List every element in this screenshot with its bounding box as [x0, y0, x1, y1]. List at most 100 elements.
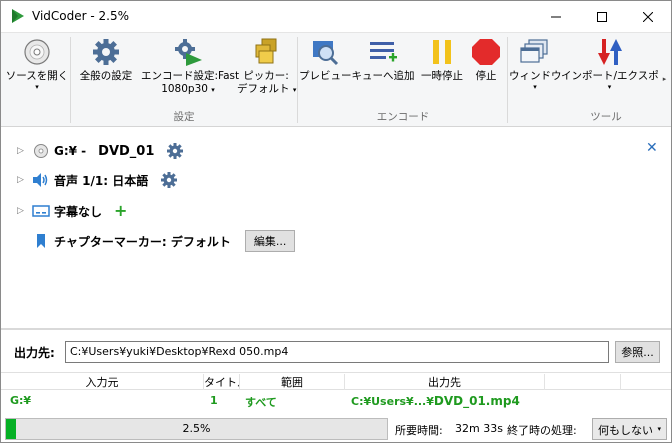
queue-column-destination[interactable]: 出力先: [345, 374, 545, 390]
after-completion-value: 何もしない: [598, 424, 653, 437]
gear-icon[interactable]: [166, 142, 184, 160]
audio-row: ▷ 音声 1/1: 日本語: [1, 168, 178, 192]
disc-icon: [24, 39, 50, 65]
progress-text: 2.5%: [182, 422, 211, 435]
after-completion-label: 終了時の処理:: [507, 424, 577, 437]
queue-cell-destination-file: DVD_01.mp4: [433, 394, 520, 408]
pause-label: 一時停止: [421, 70, 463, 82]
ribbon-group-settings: 設定: [173, 111, 195, 123]
ribbon-separator: [70, 37, 71, 123]
expand-arrow-icon[interactable]: ▷: [17, 146, 27, 156]
minimize-icon: [551, 16, 561, 17]
queue-column-range[interactable]: 範囲: [240, 374, 345, 390]
app-window: VidCoder - 2.5% ソースを開く ▾ 全般の設定 エンコード設定:F…: [0, 0, 672, 443]
subtitles-row: ▷ 字幕なし +: [1, 199, 127, 223]
source-panel: ✕ ▷ G:¥ - DVD_01 ▷ 音声 1/1: 日本語 ▷ 字幕なし + …: [1, 128, 671, 328]
picker-value: デフォルト: [237, 83, 290, 95]
queue-cell-destination-path: C:¥Users¥...¥: [351, 395, 434, 408]
eta-label: 所要時間:: [395, 424, 443, 437]
gear-icon: [93, 39, 119, 65]
source-title[interactable]: DVD_01: [98, 144, 154, 159]
ribbon-group-tools: ツール: [590, 111, 622, 123]
title-bar: VidCoder - 2.5%: [1, 1, 671, 32]
chevron-right-icon: ▸: [662, 75, 667, 83]
output-label: 出力先:: [14, 346, 55, 360]
general-settings-label: 全般の設定: [79, 70, 133, 82]
ribbon-toolbar: ソースを開く ▾ 全般の設定 エンコード設定:Fast 1080p30 ▾ ピッ…: [1, 32, 671, 127]
maximize-button[interactable]: [579, 1, 625, 32]
window-button[interactable]: ウィンドウ ▾: [509, 35, 562, 105]
chapter-markers-row: チャプターマーカー: デフォルト 編集...: [1, 229, 296, 253]
stop-icon: [472, 39, 500, 65]
queue-cell-destination: C:¥Users¥...¥DVD_01.mp4: [351, 394, 520, 408]
encode-settings-label: エンコード設定:Fast: [141, 70, 240, 82]
add-subtitle-button[interactable]: +: [114, 203, 127, 219]
preview-label: プレビュー: [299, 70, 352, 82]
import-export-button[interactable]: インポート/エクスポー ▾: [561, 35, 658, 105]
eta-value: 32m 33s: [455, 422, 503, 435]
encode-settings-preset: 1080p30: [161, 83, 208, 95]
close-source-button[interactable]: ✕: [646, 140, 658, 156]
browse-button[interactable]: 参照...: [615, 341, 660, 363]
ribbon-group-encode: エンコード: [376, 111, 430, 123]
stop-button[interactable]: 停止: [467, 35, 505, 105]
audio-track-label: 音声 1/1: 日本語: [54, 173, 149, 188]
pause-button[interactable]: 一時停止: [417, 35, 467, 105]
queue-cell-title: 1: [210, 394, 218, 407]
vidcoder-logo-icon: [12, 9, 24, 23]
speaker-icon: [32, 171, 50, 189]
source-drive: G:¥ -: [54, 144, 87, 158]
subtitles-icon: [32, 202, 50, 220]
close-icon: [643, 11, 653, 22]
output-row: 出力先: C:¥Users¥yuki¥Desktop¥Rexd 050.mp4 …: [1, 337, 671, 365]
import-export-label: インポート/エクスポー: [561, 70, 658, 82]
expand-arrow-icon[interactable]: ▷: [17, 175, 27, 185]
expand-arrow-icon[interactable]: ▷: [17, 206, 27, 216]
chapter-markers-label: チャプターマーカー: デフォルト: [54, 234, 231, 249]
disc-icon: [32, 142, 50, 160]
open-source-label: ソースを開く: [5, 70, 69, 82]
chevron-down-icon: ▾: [35, 83, 39, 91]
windows-icon: [520, 39, 548, 63]
queue-column-title[interactable]: タイトル: [204, 374, 240, 390]
encode-settings-button[interactable]: エンコード設定:Fast 1080p30 ▾: [141, 35, 240, 105]
ribbon-scroll-right-button[interactable]: ▸: [659, 35, 670, 123]
queue-column-empty: [545, 374, 621, 390]
gear-icon[interactable]: [160, 171, 178, 189]
queue-header: 入力元 タイトル 範囲 出力先: [1, 372, 671, 390]
ribbon-separator: [507, 37, 508, 123]
after-completion-dropdown[interactable]: 何もしない ▾: [592, 418, 667, 440]
chevron-down-icon: ▾: [211, 86, 215, 94]
general-settings-button[interactable]: 全般の設定: [73, 35, 139, 105]
output-path-field[interactable]: C:¥Users¥yuki¥Desktop¥Rexd 050.mp4: [65, 341, 609, 363]
chevron-down-icon: ▾: [657, 425, 661, 433]
preview-button[interactable]: プレビュー: [299, 35, 352, 105]
queue-cell-range: すべて: [245, 396, 277, 409]
panel-divider[interactable]: [1, 328, 671, 330]
add-to-queue-label: キューへ追加: [351, 70, 415, 82]
minimize-button[interactable]: [533, 1, 579, 32]
preview-icon: [313, 41, 339, 66]
window-label: ウィンドウ: [509, 70, 562, 82]
open-source-button[interactable]: ソースを開く ▾: [5, 35, 69, 105]
add-to-queue-button[interactable]: キューへ追加: [351, 35, 415, 105]
source-row: ▷ G:¥ - DVD_01: [1, 139, 184, 163]
encode-progress-bar: 2.5%: [5, 418, 388, 440]
chevron-down-icon: ▾: [607, 83, 612, 91]
picker-label: ピッカー:: [243, 70, 289, 82]
queue-column-source[interactable]: 入力元: [1, 374, 204, 390]
picker-button[interactable]: ピッカー: デフォルト ▾: [237, 35, 297, 105]
queue-cell-source: G:¥: [10, 394, 32, 407]
ribbon-separator: [297, 37, 298, 123]
close-window-button[interactable]: [625, 1, 671, 32]
edit-chapters-button[interactable]: 編集...: [244, 230, 296, 252]
subtitles-label: 字幕なし: [54, 204, 103, 219]
table-row[interactable]: G:¥ 1 すべて C:¥Users¥...¥DVD_01.mp4: [1, 391, 671, 411]
add-to-queue-icon: [370, 42, 397, 62]
window-title: VidCoder - 2.5%: [32, 9, 129, 23]
chevron-down-icon: ▾: [292, 86, 297, 94]
import-export-icon: [597, 39, 622, 65]
chevron-down-icon: ▾: [533, 83, 537, 91]
bookmark-icon: [32, 232, 50, 250]
pause-icon: [433, 40, 451, 64]
